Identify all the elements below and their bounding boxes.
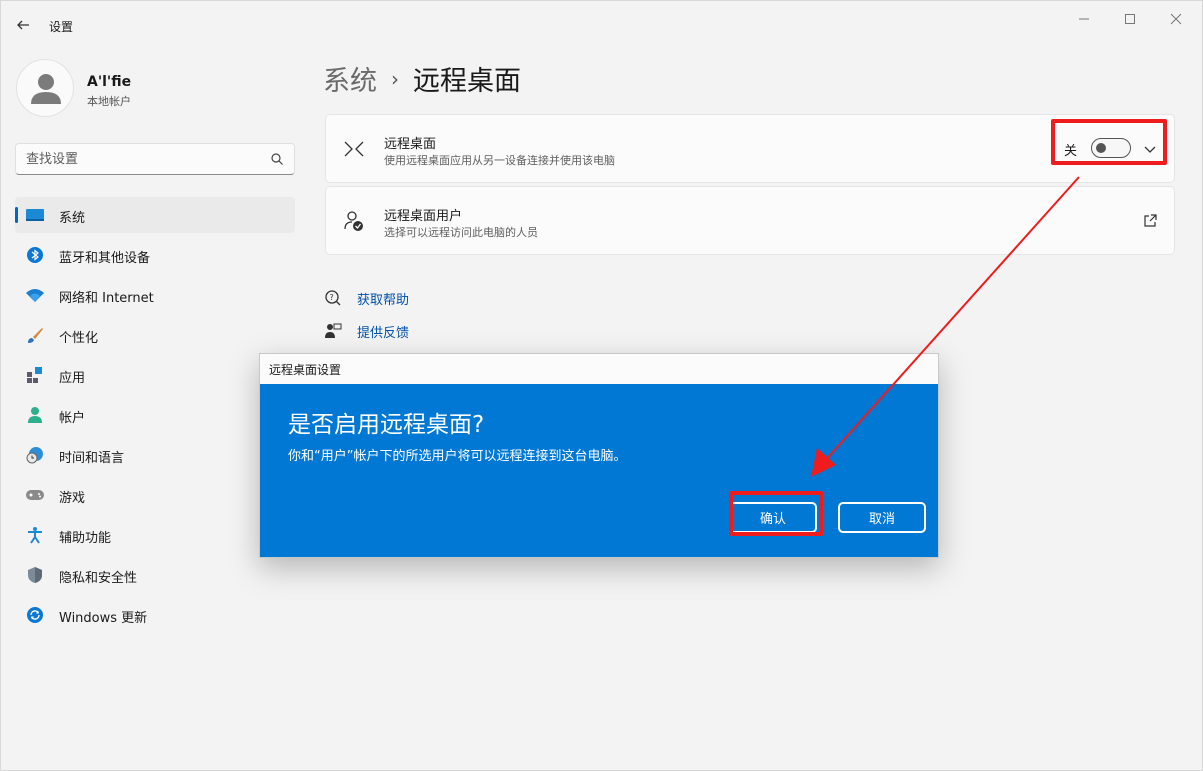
sidebar-item-time-language[interactable]: 时间和语言: [15, 437, 295, 473]
sidebar-item-privacy[interactable]: 隐私和安全性: [15, 557, 295, 593]
bluetooth-icon: [25, 245, 45, 265]
apps-icon: [25, 365, 45, 385]
remote-users-subtitle: 选择可以远程访问此电脑的人员: [384, 226, 538, 239]
account-type: 本地帐户: [87, 95, 131, 108]
dialog-title: 远程桌面设置: [269, 363, 342, 377]
remote-desktop-subtitle: 使用远程桌面应用从另一设备连接并使用该电脑: [384, 154, 615, 167]
user-name: A'l'fie: [87, 74, 132, 90]
wifi-icon: [25, 285, 45, 305]
search-input[interactable]: [16, 144, 256, 174]
sidebar-item-label: 隐私和安全性: [59, 571, 138, 586]
annotation-highlight-toggle: [1051, 119, 1167, 165]
cancel-button[interactable]: 取消: [838, 502, 926, 533]
dialog-heading: 是否启用远程桌面?: [288, 412, 485, 438]
user-avatar-icon: [31, 74, 61, 104]
minimize-icon: [1079, 18, 1089, 20]
accessibility-icon: [25, 525, 45, 545]
search-box: [15, 143, 295, 175]
page-title: 远程桌面: [413, 66, 521, 97]
brush-icon: [25, 325, 45, 345]
dialog-title-bar: 远程桌面设置: [260, 354, 938, 384]
close-icon: [1170, 13, 1182, 25]
annotation-highlight-confirm: [729, 491, 823, 536]
svg-text:?: ?: [330, 293, 334, 302]
give-feedback-text: 提供反馈: [357, 325, 410, 341]
app-title: 设置: [49, 20, 74, 34]
minimize-button[interactable]: [1061, 7, 1107, 31]
maximize-icon: [1125, 14, 1135, 24]
search-icon[interactable]: [270, 152, 284, 166]
sidebar-item-label: 系统: [59, 211, 86, 226]
sidebar-item-label: 帐户: [59, 411, 86, 426]
sidebar-item-label: 游戏: [59, 491, 86, 506]
sidebar-item-network[interactable]: 网络和 Internet: [15, 277, 295, 313]
sidebar-item-gaming[interactable]: 游戏: [15, 477, 295, 513]
remote-desktop-dialog: 远程桌面设置 是否启用远程桌面? 你和“用户”帐户下的所选用户将可以远程连接到这…: [259, 353, 939, 558]
breadcrumb-separator: ›: [391, 66, 399, 91]
sidebar-item-label: 网络和 Internet: [59, 291, 154, 306]
settings-window: 设置 A'l'fie 本地帐户 系统: [0, 0, 1203, 771]
back-arrow-icon: [17, 20, 29, 30]
help-chat-icon: ?: [323, 288, 343, 308]
sidebar-item-system[interactable]: 系统: [15, 197, 295, 233]
close-button[interactable]: [1153, 7, 1199, 31]
sidebar-item-label: 辅助功能: [59, 531, 112, 546]
sidebar-item-apps[interactable]: 应用: [15, 357, 295, 393]
dialog-message: 你和“用户”帐户下的所选用户将可以远程连接到这台电脑。: [288, 449, 627, 464]
sidebar-item-windows-update[interactable]: Windows 更新: [15, 597, 295, 633]
shield-icon: [25, 565, 45, 585]
remote-desktop-title: 远程桌面: [384, 137, 437, 152]
back-button[interactable]: [11, 13, 35, 37]
get-help-link[interactable]: ? 获取帮助: [323, 288, 409, 308]
globe-clock-icon: [25, 445, 45, 465]
remote-desktop-card[interactable]: 远程桌面 使用远程桌面应用从另一设备连接并使用该电脑 关: [325, 114, 1175, 183]
sidebar-item-accounts[interactable]: 帐户: [15, 397, 295, 433]
breadcrumb-parent[interactable]: 系统: [323, 59, 377, 98]
get-help-text: 获取帮助: [357, 292, 410, 308]
sidebar-item-label: 蓝牙和其他设备: [59, 251, 151, 266]
sidebar-item-personalization[interactable]: 个性化: [15, 317, 295, 353]
update-icon: [25, 605, 45, 625]
remote-desktop-users-card[interactable]: 远程桌面用户 选择可以远程访问此电脑的人员: [325, 186, 1175, 255]
remote-users-title: 远程桌面用户: [384, 209, 463, 224]
sidebar-item-label: Windows 更新: [59, 611, 148, 626]
user-check-icon: [344, 211, 363, 231]
account-icon: [25, 405, 45, 425]
sidebar-item-label: 时间和语言: [59, 451, 125, 466]
feedback-icon: [323, 321, 343, 341]
title-bar: 设置: [1, 1, 1202, 49]
sidebar-item-bluetooth[interactable]: 蓝牙和其他设备: [15, 237, 295, 273]
give-feedback-link[interactable]: 提供反馈: [323, 321, 409, 341]
sidebar-item-label: 个性化: [59, 331, 99, 346]
breadcrumb: 系统 › 远程桌面: [323, 59, 521, 98]
system-icon: [25, 205, 45, 225]
sidebar-item-label: 应用: [59, 371, 86, 386]
maximize-button[interactable]: [1107, 7, 1153, 31]
avatar[interactable]: [16, 59, 74, 117]
gamepad-icon: [25, 485, 45, 505]
remote-desktop-icon: [344, 141, 364, 157]
sidebar-item-accessibility[interactable]: 辅助功能: [15, 517, 295, 553]
external-link-icon[interactable]: [1142, 213, 1158, 229]
